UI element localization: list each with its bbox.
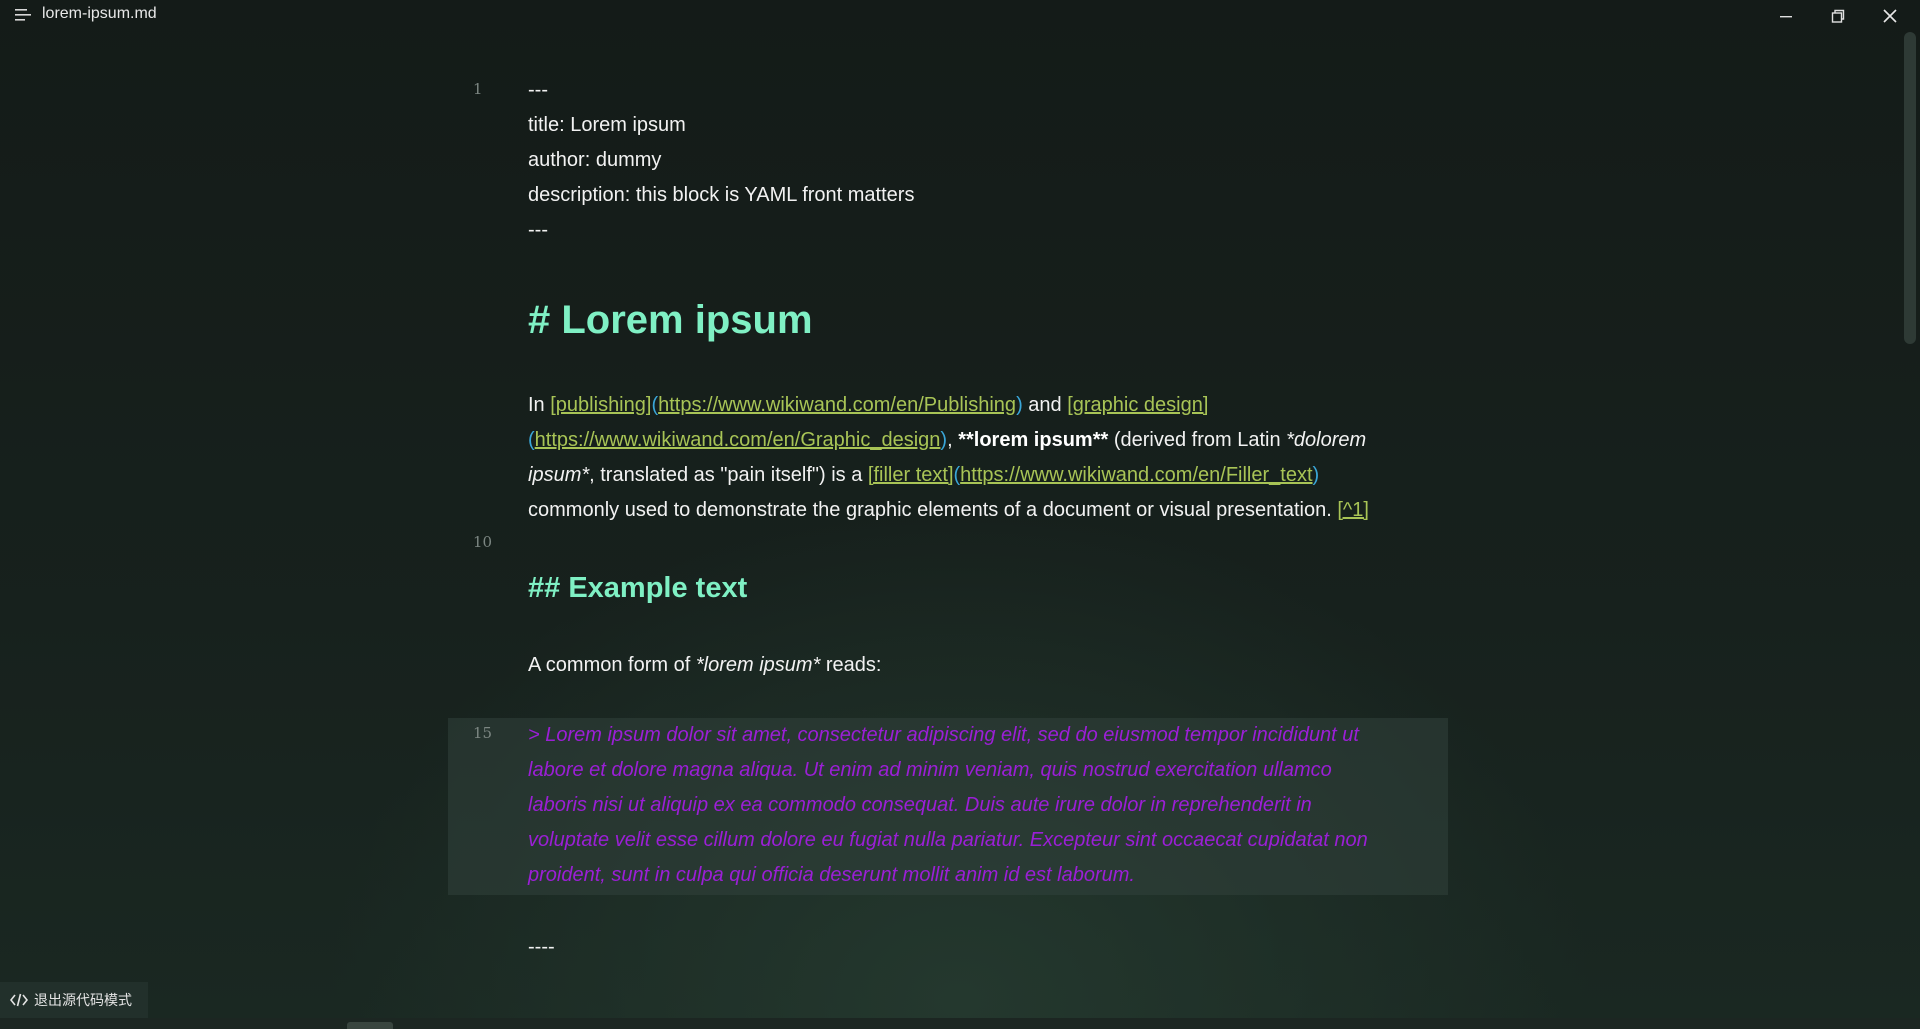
italic-text: *dolorem: [1286, 429, 1367, 451]
front-matter-author: author: dummy: [528, 149, 662, 171]
front-matter-description: description: this block is YAML front ma…: [528, 184, 915, 206]
menu-icon[interactable]: [15, 8, 33, 22]
horizontal-scroll-thumb[interactable]: [347, 1022, 393, 1029]
line-number: 10: [473, 533, 493, 551]
horizontal-scroll-track: [0, 1018, 1920, 1029]
paren-close: ): [1312, 464, 1320, 486]
line-number: 15: [473, 724, 493, 742]
publishing-link-url[interactable]: https://www.wikiwand.com/en/Publishing: [658, 394, 1016, 416]
blockquote-line: > Lorem ipsum dolor sit amet, consectetu…: [528, 724, 1359, 746]
exit-source-mode-button[interactable]: 退出源代码模式: [0, 982, 148, 1018]
document-title: lorem-ipsum.md: [42, 5, 157, 22]
paragraph-text: and: [1022, 394, 1068, 416]
front-matter-delimiter: ---: [528, 79, 548, 101]
minimize-button[interactable]: [1760, 0, 1812, 32]
heading-1: # Lorem ipsum: [528, 298, 813, 342]
graphic-design-link-text[interactable]: [graphic design]: [1067, 394, 1208, 416]
paragraph-text: commonly used to demonstrate the graphic…: [528, 499, 1338, 521]
filler-text-link-text[interactable]: [filler text]: [868, 464, 954, 486]
intro-paragraph: In [publishing](https://www.wikiwand.com…: [528, 388, 1428, 528]
paragraph-text: In: [528, 394, 551, 416]
italic-text: ipsum*: [528, 464, 590, 486]
front-matter: --- title: Lorem ipsum author: dummy des…: [528, 73, 1428, 248]
bold-text: **lorem ipsum**: [958, 429, 1109, 451]
horizontal-rule: ----: [528, 936, 555, 958]
paren-open: (: [528, 429, 535, 451]
title-bar: lorem-ipsum.md: [0, 0, 1920, 30]
blockquote-line: labore et dolore magna aliqua. Ut enim a…: [528, 759, 1332, 781]
minimize-icon: [1780, 16, 1792, 18]
paragraph-text: (derived from Latin: [1108, 429, 1287, 451]
blockquote-line: voluptate velit esse cillum dolore eu fu…: [528, 829, 1368, 851]
paragraph-text: A common form of: [528, 654, 696, 676]
graphic-design-link-url[interactable]: https://www.wikiwand.com/en/Graphic_desi…: [535, 429, 941, 451]
restore-icon: [1831, 9, 1845, 23]
close-icon: [1883, 9, 1897, 23]
vertical-scrollbar[interactable]: [1904, 32, 1916, 344]
front-matter-delimiter: ---: [528, 219, 548, 241]
heading-2: ## Example text: [528, 572, 748, 604]
blockquote-line: laboris nisi ut aliquip ex ea commodo co…: [528, 794, 1312, 816]
paragraph-text: reads:: [820, 654, 882, 676]
filler-text-link-url[interactable]: https://www.wikiwand.com/en/Filler_text: [960, 464, 1312, 486]
publishing-link-text[interactable]: [publishing]: [550, 394, 651, 416]
restore-button[interactable]: [1812, 0, 1864, 32]
footnote-link[interactable]: [^1]: [1337, 499, 1369, 521]
blockquote: > Lorem ipsum dolor sit amet, consectetu…: [528, 718, 1428, 893]
paragraph-text: ,: [947, 429, 959, 451]
front-matter-title: title: Lorem ipsum: [528, 114, 686, 136]
line-number: 1: [473, 80, 483, 98]
code-icon: [10, 993, 28, 1007]
italic-text: *lorem ipsum*: [695, 654, 821, 676]
paragraph-text: , translated as "pain itself") is a: [589, 464, 868, 486]
close-button[interactable]: [1864, 0, 1916, 32]
paren-close: ): [1016, 394, 1023, 416]
exit-source-mode-label: 退出源代码模式: [34, 993, 132, 1009]
blockquote-line: proident, sunt in culpa qui officia dese…: [528, 864, 1135, 886]
common-form-paragraph: A common form of *lorem ipsum* reads:: [528, 648, 1428, 683]
